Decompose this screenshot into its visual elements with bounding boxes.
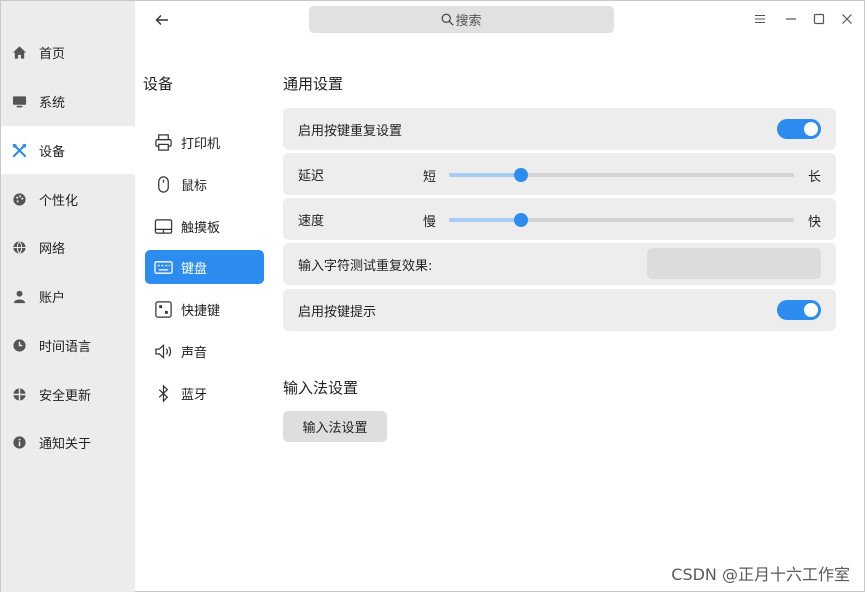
palette-icon	[11, 191, 27, 207]
sub-item-mouse[interactable]: 鼠标	[145, 167, 264, 201]
minimize-icon	[786, 18, 796, 20]
delay-slider-fill	[449, 173, 522, 177]
search-input[interactable]: 搜索	[309, 6, 614, 33]
sub-item-label: 快捷键	[181, 303, 221, 319]
speed-label: 速度	[298, 213, 325, 229]
mouse-icon	[153, 174, 173, 194]
sub-item-label: 鼠标	[181, 178, 208, 194]
watermark: CSDN @正月十六工作室	[671, 565, 850, 584]
maximize-icon	[813, 13, 825, 25]
sub-item-label: 触摸板	[181, 220, 221, 236]
sub-item-label: 键盘	[181, 261, 208, 277]
search-placeholder: 搜索	[455, 14, 482, 29]
sidebar-item-devices[interactable]: 设备	[1, 126, 135, 174]
printer-icon	[153, 132, 173, 152]
sidebar-item-label: 时间语言	[39, 339, 92, 355]
delay-slider-handle[interactable]	[514, 168, 529, 182]
touchpad-icon	[153, 216, 173, 236]
minimize-button[interactable]	[782, 10, 800, 28]
speed-slider[interactable]	[449, 213, 794, 227]
repeat-test-input[interactable]	[647, 248, 821, 279]
shield-icon	[11, 386, 27, 402]
repeat-test-label: 输入字符测试重复效果:	[298, 258, 433, 274]
maximize-button[interactable]	[810, 10, 828, 28]
speed-max-label: 快	[807, 215, 821, 230]
arrow-left-icon	[155, 15, 168, 25]
sidebar-item-label: 网络	[39, 241, 66, 257]
home-icon	[11, 44, 27, 60]
speed-slider-handle[interactable]	[514, 213, 529, 227]
devices-title: 设备	[143, 75, 174, 93]
sidebar: 首页 系统 设备 个性化 网络 账户 时间语言 安全更新 通知关于	[1, 1, 135, 592]
keyboard-icon	[153, 257, 173, 277]
clock-icon	[11, 337, 27, 353]
sidebar-item-home[interactable]: 首页	[1, 28, 135, 76]
delay-max-label: 长	[807, 170, 821, 185]
user-icon	[11, 288, 27, 304]
sidebar-item-label: 设备	[39, 144, 66, 160]
toggle-knob	[804, 303, 818, 317]
sub-item-keyboard[interactable]: 键盘	[145, 250, 264, 284]
tools-icon	[11, 142, 27, 158]
monitor-icon	[11, 93, 27, 109]
speaker-icon	[153, 341, 173, 361]
ime-settings-title: 输入法设置	[283, 379, 359, 397]
key-repeat-label: 启用按键重复设置	[298, 123, 403, 139]
delay-row: 延迟 短 长	[283, 153, 836, 195]
menu-button[interactable]	[751, 10, 769, 28]
speed-row: 速度 慢 快	[283, 198, 836, 240]
speed-slider-fill	[449, 218, 522, 222]
sidebar-item-time-language[interactable]: 时间语言	[1, 321, 135, 369]
speed-min-label: 慢	[423, 215, 437, 230]
sub-item-sound[interactable]: 声音	[145, 334, 264, 368]
repeat-test-row: 输入字符测试重复效果:	[283, 243, 836, 285]
delay-slider[interactable]	[449, 168, 794, 182]
sidebar-item-notification-about[interactable]: 通知关于	[1, 418, 135, 466]
key-hint-label: 启用按键提示	[298, 304, 377, 320]
sub-item-printer[interactable]: 打印机	[145, 125, 264, 159]
ime-settings-button[interactable]: 输入法设置	[283, 411, 387, 442]
sub-item-bluetooth[interactable]: 蓝牙	[145, 376, 264, 410]
sub-item-label: 打印机	[181, 136, 221, 152]
search-icon	[442, 13, 455, 26]
sidebar-item-label: 账户	[39, 290, 66, 306]
close-icon	[842, 14, 852, 24]
info-icon	[11, 434, 27, 450]
sidebar-item-personalization[interactable]: 个性化	[1, 175, 135, 223]
delay-min-label: 短	[423, 170, 437, 185]
hamburger-icon	[755, 14, 765, 24]
sidebar-item-label: 安全更新	[39, 388, 92, 404]
delay-label: 延迟	[298, 168, 325, 184]
key-repeat-toggle[interactable]	[777, 119, 821, 139]
key-hint-row: 启用按键提示	[283, 289, 836, 331]
sub-item-touchpad[interactable]: 触摸板	[145, 209, 264, 243]
globe-icon	[11, 239, 27, 255]
sidebar-item-label: 系统	[39, 95, 66, 111]
key-hint-toggle[interactable]	[777, 300, 821, 320]
sidebar-item-account[interactable]: 账户	[1, 272, 135, 320]
sidebar-item-security-update[interactable]: 安全更新	[1, 370, 135, 418]
back-button[interactable]	[151, 9, 173, 31]
sub-item-label: 声音	[181, 345, 208, 361]
sidebar-item-system[interactable]: 系统	[1, 77, 135, 125]
general-settings-title: 通用设置	[283, 75, 344, 93]
sub-item-shortcut[interactable]: 快捷键	[145, 292, 264, 326]
shortcut-icon	[153, 299, 173, 319]
bluetooth-icon	[153, 383, 173, 403]
sidebar-item-label: 通知关于	[39, 436, 92, 452]
sidebar-item-label: 个性化	[39, 193, 79, 209]
close-button[interactable]	[838, 10, 856, 28]
toggle-knob	[804, 122, 818, 136]
sub-item-label: 蓝牙	[181, 387, 208, 403]
key-repeat-row: 启用按键重复设置	[283, 108, 836, 150]
sidebar-item-network[interactable]: 网络	[1, 223, 135, 271]
sidebar-item-label: 首页	[39, 46, 66, 62]
